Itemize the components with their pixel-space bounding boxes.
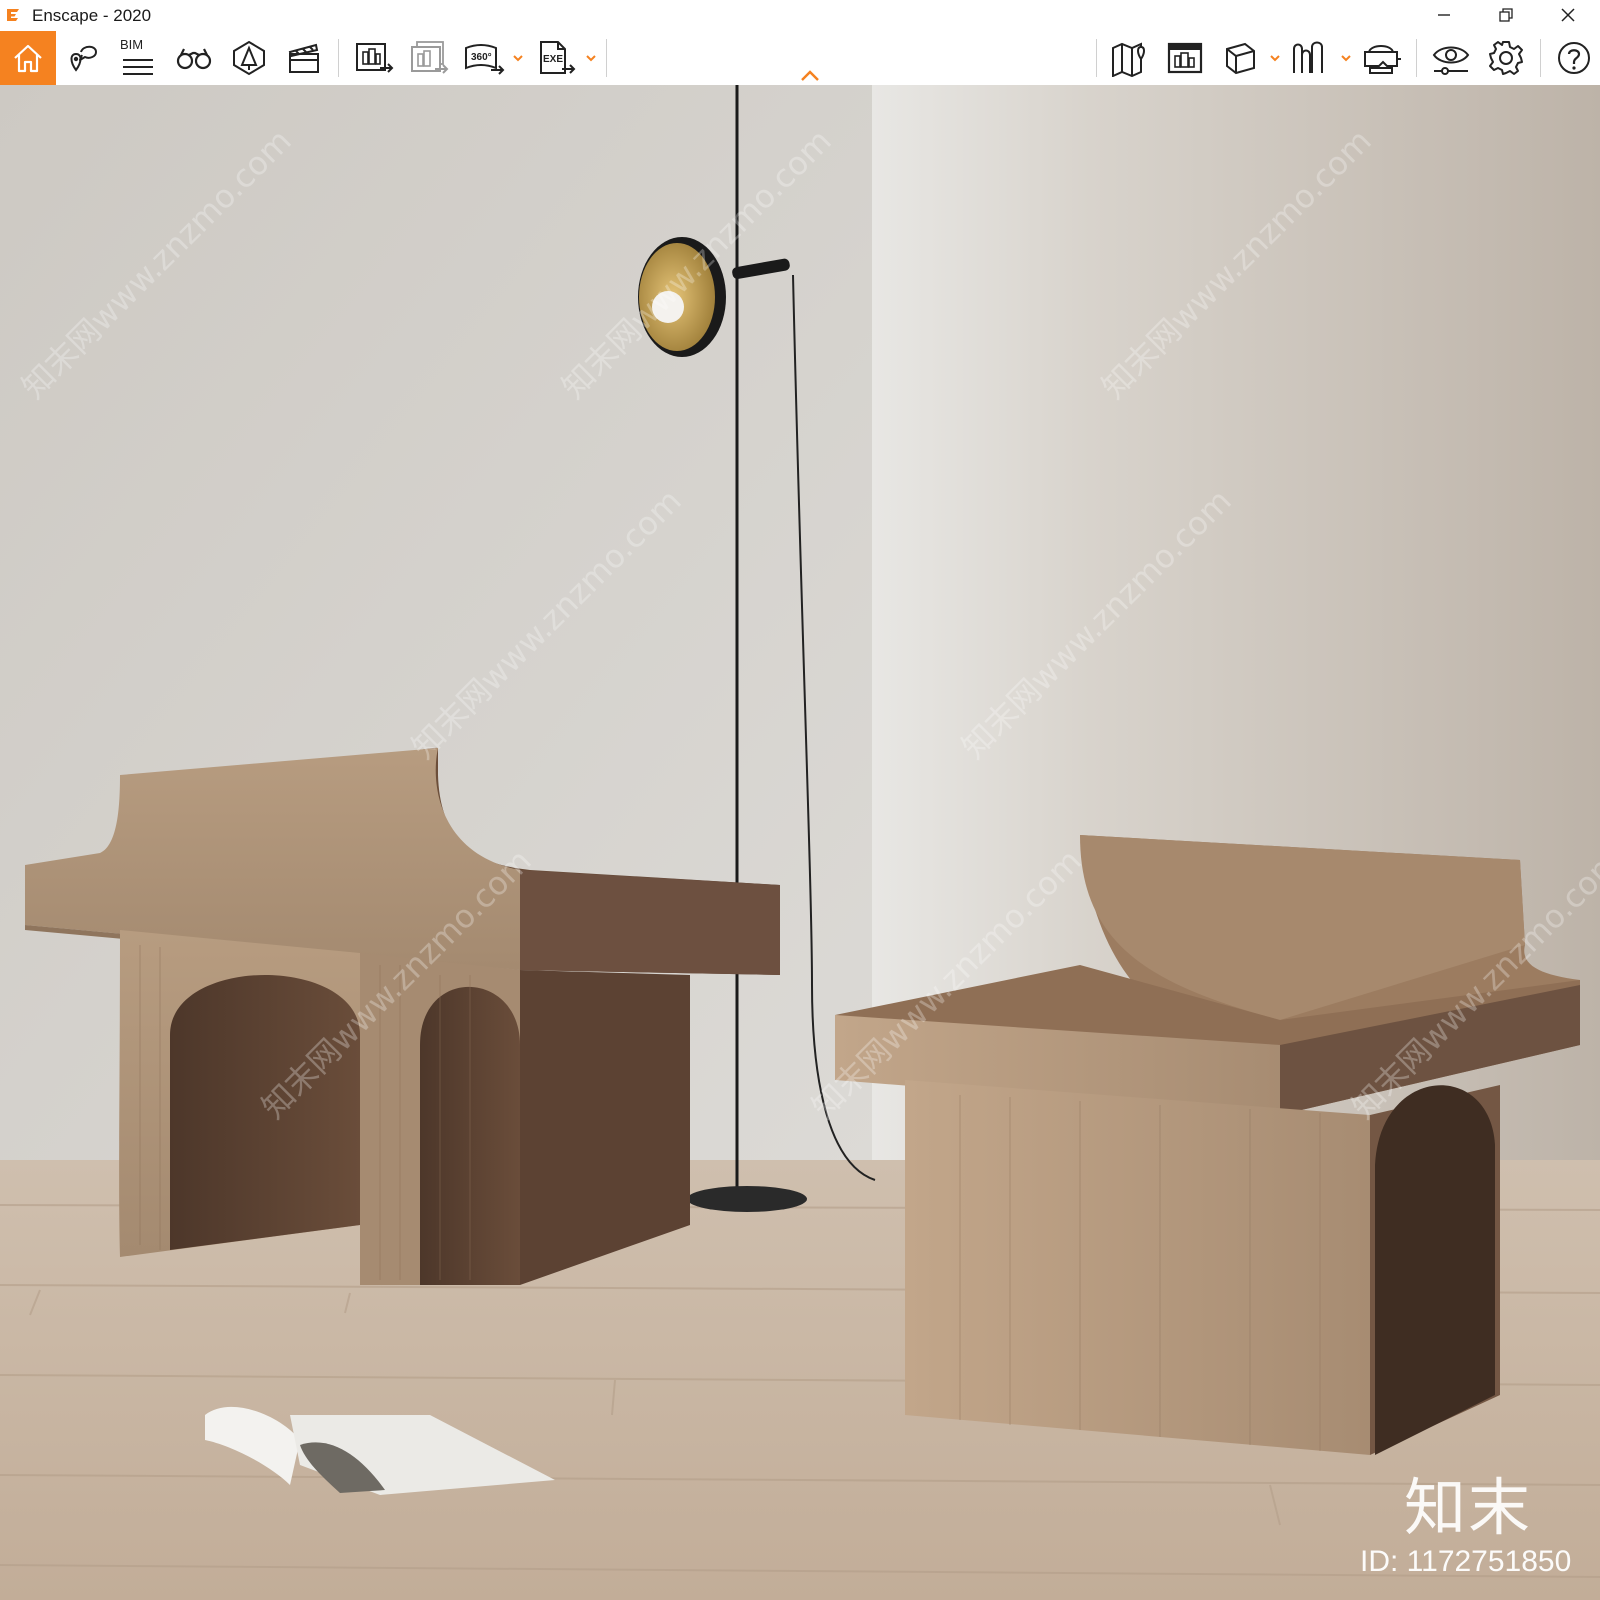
enscape-logo-icon	[7, 9, 19, 21]
batch-render-button[interactable]	[405, 31, 453, 85]
svg-text:EXE: EXE	[543, 54, 563, 65]
asset-library-icon	[233, 40, 265, 76]
window-title: Enscape - 2020	[32, 6, 152, 25]
map-icon	[1112, 42, 1145, 77]
close-icon	[1561, 8, 1575, 22]
panorama-button[interactable]: 360°	[460, 31, 508, 85]
restore-button[interactable]	[1476, 0, 1536, 30]
settings-button[interactable]	[1482, 31, 1530, 85]
image-id: ID: 1172751850	[1360, 1545, 1572, 1578]
bim-label: BIM	[120, 37, 144, 52]
building-view-icon	[1167, 42, 1203, 74]
help-button[interactable]	[1550, 31, 1598, 85]
vr-headset-icon	[1364, 45, 1401, 74]
cube-dropdown-icon[interactable]	[1269, 53, 1281, 63]
toolbar: BIM 360° EXE	[0, 31, 1600, 86]
video-editor-button[interactable]	[280, 31, 328, 85]
toolbar-separator	[338, 39, 339, 77]
visual-settings-button[interactable]	[1427, 31, 1475, 85]
building-view-button[interactable]	[1161, 31, 1209, 85]
cube-icon	[1226, 42, 1255, 75]
asset-editor-dropdown-icon[interactable]	[1340, 53, 1352, 63]
asset-editor-icon	[1293, 41, 1323, 73]
asset-library-button[interactable]	[225, 31, 273, 85]
home-icon	[14, 44, 42, 73]
visual-settings-icon	[1432, 46, 1470, 75]
location-views-icon	[70, 45, 97, 72]
location-views-button[interactable]	[59, 31, 107, 85]
vr-headset-button[interactable]	[1358, 31, 1406, 85]
cube-view-button[interactable]	[1216, 31, 1264, 85]
rendered-scene	[0, 85, 1600, 1600]
minimize-button[interactable]	[1414, 0, 1474, 30]
collapse-toolbar-icon[interactable]	[799, 69, 821, 83]
map-button[interactable]	[1106, 31, 1154, 85]
brand-mark: 知末	[1404, 1471, 1533, 1544]
panorama-360-icon: 360°	[465, 44, 505, 75]
home-button[interactable]	[0, 31, 56, 85]
toolbar-separator	[1096, 39, 1097, 77]
toolbar-separator	[606, 39, 607, 77]
gear-icon	[1489, 41, 1523, 75]
exe-export-icon: EXE	[540, 41, 576, 74]
exe-dropdown-icon[interactable]	[585, 53, 597, 63]
title-bar: Enscape - 2020	[0, 0, 1600, 30]
help-icon	[1558, 42, 1590, 74]
toolbar-separator	[1540, 39, 1541, 77]
screenshot-export-button[interactable]	[350, 31, 398, 85]
svg-text:360°: 360°	[471, 52, 492, 63]
panorama-dropdown-icon[interactable]	[512, 53, 524, 63]
close-button[interactable]	[1538, 0, 1598, 30]
binoculars-button[interactable]	[170, 31, 218, 85]
clapperboard-icon	[288, 43, 319, 73]
batch-render-icon	[411, 41, 449, 74]
screenshot-export-icon	[356, 43, 394, 73]
toolbar-separator	[1416, 39, 1417, 77]
restore-icon	[1499, 8, 1513, 22]
asset-editor-button[interactable]	[1286, 31, 1334, 85]
exe-export-button[interactable]: EXE	[532, 31, 580, 85]
minimize-icon	[1438, 14, 1450, 16]
binoculars-icon	[176, 48, 212, 70]
render-viewport[interactable]: 知末网www.znzmo.com 知末网www.znzmo.com 知末网www…	[0, 85, 1600, 1600]
